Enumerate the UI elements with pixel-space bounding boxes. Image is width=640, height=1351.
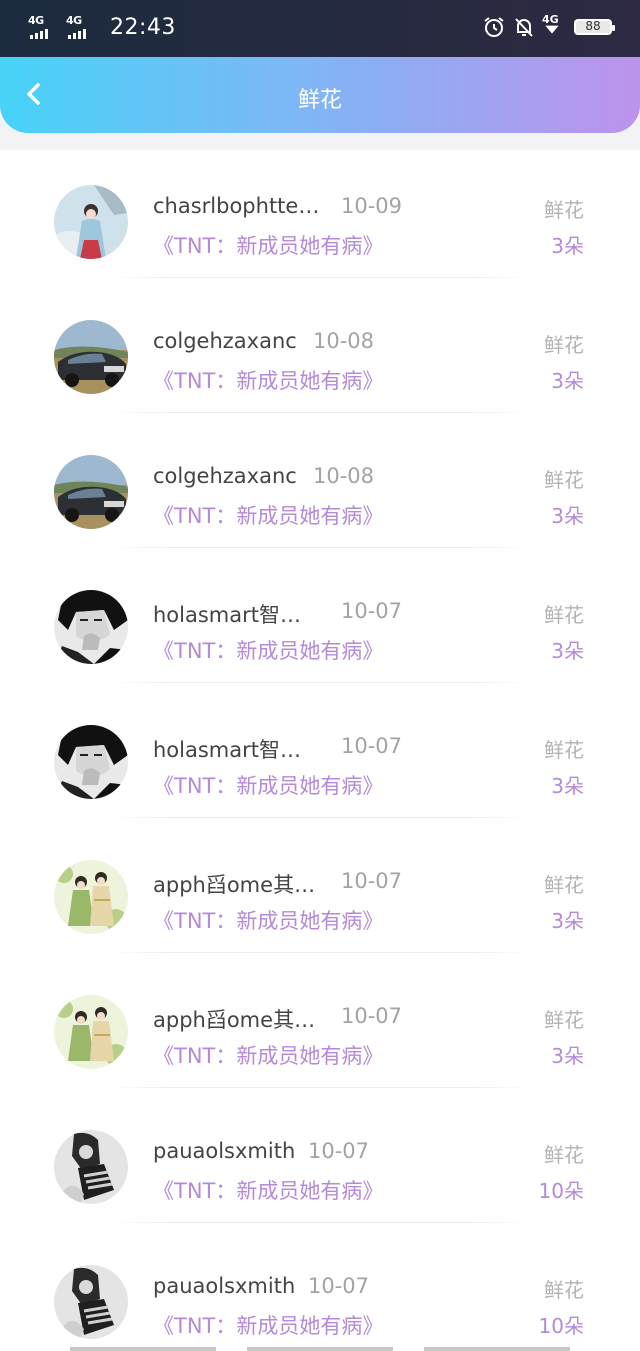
- divider: [110, 952, 530, 953]
- gift-date: 10-07: [341, 599, 403, 623]
- book-title[interactable]: 《TNT：新成员她有病》: [153, 500, 383, 530]
- gift-count: 3朵: [551, 909, 584, 933]
- gift-count: 10朵: [538, 1314, 584, 1338]
- list-item[interactable]: colgehzaxanc 10-08 《TNT：新成员她有病》 鲜花 3朵: [0, 420, 640, 555]
- user-name: pauaolsxmith: [153, 1139, 296, 1163]
- gift-count: 3朵: [551, 1044, 584, 1068]
- user-name: apph舀ome其…: [153, 1008, 316, 1032]
- divider: [110, 682, 530, 683]
- user-name: colgehzaxanc: [153, 464, 297, 488]
- gift-date: 10-07: [341, 1004, 403, 1028]
- signal-1-icon: 4G: [28, 14, 56, 40]
- gift-date: 10-08: [313, 464, 375, 488]
- list-item[interactable]: apph舀ome其… 10-07 《TNT：新成员她有病》 鲜花 3朵: [0, 825, 640, 960]
- battery-icon: 88: [574, 19, 615, 35]
- page-title: 鲜花: [297, 88, 342, 113]
- list-item[interactable]: chasrlbophtte… 10-09 《TNT：新成员她有病》 鲜花 3朵: [0, 150, 640, 285]
- book-title[interactable]: 《TNT：新成员她有病》: [153, 365, 383, 395]
- list-item[interactable]: pauaolsxmith 10-07 《TNT：新成员她有病》 鲜花 10朵: [0, 1095, 640, 1230]
- user-name: colgehzaxanc: [153, 329, 297, 353]
- book-title[interactable]: 《TNT：新成员她有病》: [153, 905, 383, 935]
- gift-date: 10-07: [341, 734, 403, 758]
- scroll-indicator: [70, 1347, 570, 1351]
- gift-type: 鲜花: [544, 1143, 584, 1167]
- book-title[interactable]: 《TNT：新成员她有病》: [153, 770, 383, 800]
- gift-count: 3朵: [551, 504, 584, 528]
- gift-count: 10朵: [538, 1179, 584, 1203]
- gift-type: 鲜花: [544, 873, 584, 897]
- gift-type: 鲜花: [544, 198, 584, 222]
- list-item[interactable]: colgehzaxanc 10-08 《TNT：新成员她有病》 鲜花 3朵: [0, 285, 640, 420]
- gift-date: 10-08: [313, 329, 375, 353]
- list-item[interactable]: holasmart智… 10-07 《TNT：新成员她有病》 鲜花 3朵: [0, 690, 640, 825]
- avatar[interactable]: [54, 1130, 128, 1204]
- divider: [110, 1222, 530, 1223]
- signal-2-icon: 4G: [66, 14, 94, 40]
- book-title[interactable]: 《TNT：新成员她有病》: [153, 1040, 383, 1070]
- gift-date: 10-07: [341, 869, 403, 893]
- list-item[interactable]: apph舀ome其… 10-07 《TNT：新成员她有病》 鲜花 3朵: [0, 960, 640, 1095]
- book-title[interactable]: 《TNT：新成员她有病》: [153, 635, 383, 665]
- battery-level: 88: [585, 19, 601, 33]
- user-name: holasmart智…: [153, 738, 301, 762]
- divider: [110, 412, 530, 413]
- divider: [110, 1087, 530, 1088]
- gift-date: 10-07: [308, 1274, 370, 1298]
- user-name: pauaolsxmith: [153, 1274, 296, 1298]
- divider: [110, 817, 530, 818]
- gift-type: 鲜花: [544, 738, 584, 762]
- gift-date: 10-07: [308, 1139, 370, 1163]
- signal-2-label: 4G: [66, 14, 82, 27]
- list-item[interactable]: pauaolsxmith 10-07 《TNT：新成员她有病》 鲜花 10朵: [0, 1230, 640, 1351]
- gift-type: 鲜花: [544, 468, 584, 492]
- gift-count: 3朵: [551, 639, 584, 663]
- gift-type: 鲜花: [544, 1278, 584, 1302]
- avatar[interactable]: [54, 590, 128, 664]
- avatar[interactable]: [54, 860, 128, 934]
- wifi-4g-icon: 4G: [542, 13, 566, 39]
- list-item[interactable]: holasmart智… 10-07 《TNT：新成员她有病》 鲜花 3朵: [0, 555, 640, 690]
- avatar[interactable]: [54, 455, 128, 529]
- avatar[interactable]: [54, 185, 128, 259]
- gift-count: 3朵: [551, 369, 584, 393]
- user-name: apph舀ome其…: [153, 873, 316, 897]
- gift-record-list: chasrlbophtte… 10-09 《TNT：新成员她有病》 鲜花 3朵 …: [0, 150, 640, 1351]
- avatar[interactable]: [54, 725, 128, 799]
- gift-count: 3朵: [551, 234, 584, 258]
- book-title[interactable]: 《TNT：新成员她有病》: [153, 1310, 383, 1340]
- book-title[interactable]: 《TNT：新成员她有病》: [153, 1175, 383, 1205]
- signal-1-label: 4G: [28, 14, 44, 27]
- user-name: chasrlbophtte…: [153, 194, 320, 218]
- clock: 22:43: [110, 15, 176, 40]
- alarm-icon: [484, 17, 504, 37]
- divider: [110, 547, 530, 548]
- avatar[interactable]: [54, 320, 128, 394]
- user-name: holasmart智…: [153, 603, 301, 627]
- gift-type: 鲜花: [544, 333, 584, 357]
- gift-date: 10-09: [341, 194, 403, 218]
- book-title[interactable]: 《TNT：新成员她有病》: [153, 230, 383, 260]
- mute-icon: [515, 18, 533, 37]
- gift-type: 鲜花: [544, 603, 584, 627]
- avatar[interactable]: [54, 995, 128, 1069]
- avatar[interactable]: [54, 1265, 128, 1339]
- nav-bar: 鲜花: [0, 57, 640, 133]
- divider: [110, 277, 530, 278]
- gift-count: 3朵: [551, 774, 584, 798]
- status-bar: 4G 4G 22:43 4G 88: [0, 0, 640, 57]
- gift-type: 鲜花: [544, 1008, 584, 1032]
